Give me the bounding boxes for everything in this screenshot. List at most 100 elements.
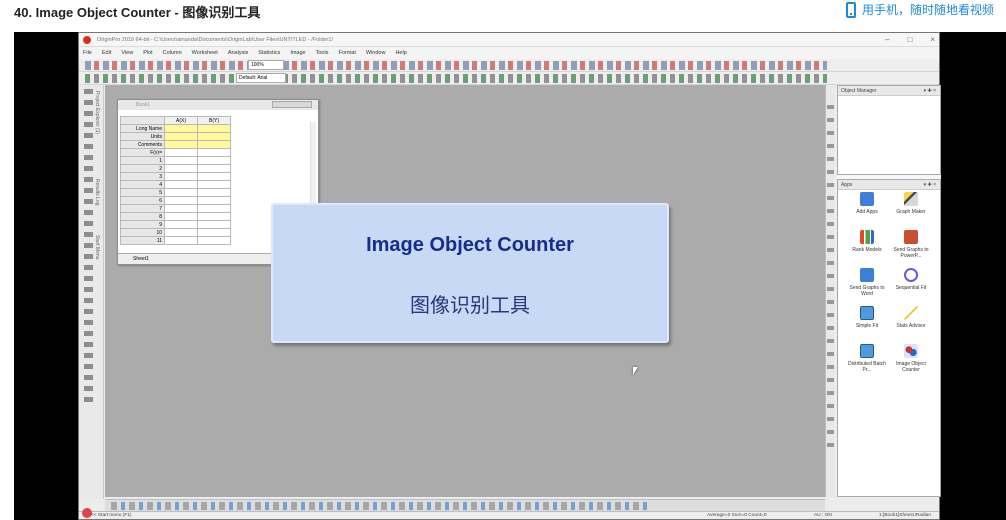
object-manager-panel[interactable]: Object Manager ▾ ✚ ×: [837, 85, 941, 175]
mobile-video-link[interactable]: 用手机，随时随地看视频: [845, 1, 994, 18]
column-b-header[interactable]: B(Y): [197, 116, 231, 125]
row-label[interactable]: 2: [120, 164, 165, 173]
menu-window[interactable]: Window: [366, 47, 386, 59]
row-label[interactable]: 11: [120, 236, 165, 245]
close-icon[interactable]: ×: [930, 33, 935, 47]
start-menu-status[interactable]: << Start menu (F1): [91, 512, 132, 520]
maximize-icon[interactable]: □: [907, 33, 912, 47]
cell[interactable]: [164, 236, 198, 245]
cell[interactable]: [197, 212, 231, 221]
minimize-icon[interactable]: –: [885, 33, 889, 47]
app-tile-distributed-batch[interactable]: Distributed Batch Pr...: [846, 344, 888, 380]
row-label[interactable]: 8: [120, 212, 165, 221]
row-label-units[interactable]: Units: [120, 132, 165, 141]
menu-analysis[interactable]: Analysis: [228, 47, 248, 59]
workbook-window-controls[interactable]: [272, 101, 312, 108]
row-label[interactable]: 7: [120, 204, 165, 213]
table-row: 2: [120, 164, 231, 173]
cell[interactable]: [197, 164, 231, 173]
row-label[interactable]: 9: [120, 220, 165, 229]
menu-view[interactable]: View: [121, 47, 133, 59]
row-label[interactable]: 3: [120, 172, 165, 181]
cell[interactable]: [197, 220, 231, 229]
cell[interactable]: [164, 148, 198, 157]
cell[interactable]: [164, 156, 198, 165]
app-tile-image-object-counter[interactable]: Image Object Counter: [890, 344, 932, 380]
app-tile-send-graphs-powerpoint[interactable]: Send Graphs to PowerP...: [890, 230, 932, 266]
app-tile-graph-maker[interactable]: Graph Maker: [890, 192, 932, 228]
apps-panel-controls-icon[interactable]: ▾ ✚ ×: [924, 180, 936, 190]
left-tool-icons[interactable]: [84, 89, 93, 407]
sheet-corner[interactable]: [120, 116, 165, 125]
app-tile-send-graphs-word[interactable]: Send Graphs to Word: [846, 268, 888, 304]
cell[interactable]: [197, 180, 231, 189]
row-label-comments[interactable]: Comments: [120, 140, 165, 149]
cell[interactable]: [197, 204, 231, 213]
apps-panel[interactable]: Apps ▾ ✚ × Add Apps Graph Maker Rank Mode…: [837, 179, 941, 497]
menu-plot[interactable]: Plot: [143, 47, 152, 59]
row-label[interactable]: 4: [120, 180, 165, 189]
cell[interactable]: [164, 228, 198, 237]
mobile-video-link-text[interactable]: 用手机，随时随地看视频: [862, 1, 994, 18]
cell[interactable]: [164, 172, 198, 181]
workspace[interactable]: Book1 A(X) B(Y) Long Name Units Comments…: [105, 85, 825, 497]
cell[interactable]: [197, 140, 231, 149]
cell[interactable]: [197, 148, 231, 157]
workbook-titlebar[interactable]: Book1: [118, 100, 318, 110]
cell[interactable]: [164, 164, 198, 173]
table-row: 5: [120, 188, 231, 197]
app-tile-simple-fit[interactable]: Simple Fit: [846, 306, 888, 342]
row-label[interactable]: 6: [120, 196, 165, 205]
cell[interactable]: [164, 124, 198, 133]
right-tool-icons[interactable]: [827, 105, 834, 450]
cell[interactable]: [164, 196, 198, 205]
tutorial-title-card: Image Object Counter 图像识别工具: [271, 203, 669, 343]
cell[interactable]: [164, 180, 198, 189]
zoom-select[interactable]: 100%: [248, 60, 284, 70]
menu-worksheet[interactable]: Worksheet: [192, 47, 218, 59]
worksheet-table[interactable]: A(X) B(Y) Long Name Units Comments F(x)=…: [120, 116, 231, 245]
column-a-header[interactable]: A(X): [164, 116, 198, 125]
cell[interactable]: [164, 140, 198, 149]
cell[interactable]: [197, 236, 231, 245]
table-row: Units: [120, 132, 231, 141]
menu-edit[interactable]: Edit: [102, 47, 111, 59]
cell[interactable]: [164, 132, 198, 141]
menu-image[interactable]: Image: [290, 47, 305, 59]
cell[interactable]: [164, 220, 198, 229]
row-label-long-name[interactable]: Long Name: [120, 124, 165, 133]
cell[interactable]: [197, 124, 231, 133]
menu-format[interactable]: Format: [338, 47, 355, 59]
toolbar-icons[interactable]: [85, 61, 827, 70]
cell[interactable]: [197, 156, 231, 165]
app-tile-rank-models[interactable]: Rank Models: [846, 230, 888, 266]
row-label-function[interactable]: F(x)=: [120, 148, 165, 157]
menu-file[interactable]: File: [83, 47, 92, 59]
row-label[interactable]: 1: [120, 156, 165, 165]
cell[interactable]: [164, 212, 198, 221]
menu-tools[interactable]: Tools: [316, 47, 329, 59]
bottom-toolbar-icons[interactable]: [111, 502, 647, 510]
results-log-label[interactable]: Results Log: [94, 179, 100, 205]
cell[interactable]: [197, 132, 231, 141]
cell[interactable]: [197, 228, 231, 237]
start-menu-label[interactable]: Start Menu: [94, 235, 100, 259]
row-label[interactable]: 5: [120, 188, 165, 197]
app-tile-add-apps[interactable]: Add Apps: [846, 192, 888, 228]
font-select[interactable]: Default: Arial: [236, 73, 286, 83]
cell[interactable]: [164, 188, 198, 197]
format-toolbar-icons[interactable]: [85, 74, 827, 83]
cell[interactable]: [164, 204, 198, 213]
app-tile-stats-advisor[interactable]: Stats Advisor: [890, 306, 932, 342]
project-explorer-label[interactable]: Project Explorer (1): [94, 91, 100, 134]
cell[interactable]: [197, 172, 231, 181]
menu-statistics[interactable]: Statistics: [258, 47, 280, 59]
cell[interactable]: [197, 188, 231, 197]
menu-column[interactable]: Column: [163, 47, 182, 59]
panel-controls-icon[interactable]: ▾ ✚ ×: [924, 86, 936, 96]
menu-help[interactable]: Help: [395, 47, 406, 59]
video-frame[interactable]: OriginPro 2019 64-bit - C:\Users\amanda\…: [14, 32, 1006, 520]
app-tile-sequential-fit[interactable]: Sequential Fit: [890, 268, 932, 304]
cell[interactable]: [197, 196, 231, 205]
row-label[interactable]: 10: [120, 228, 165, 237]
